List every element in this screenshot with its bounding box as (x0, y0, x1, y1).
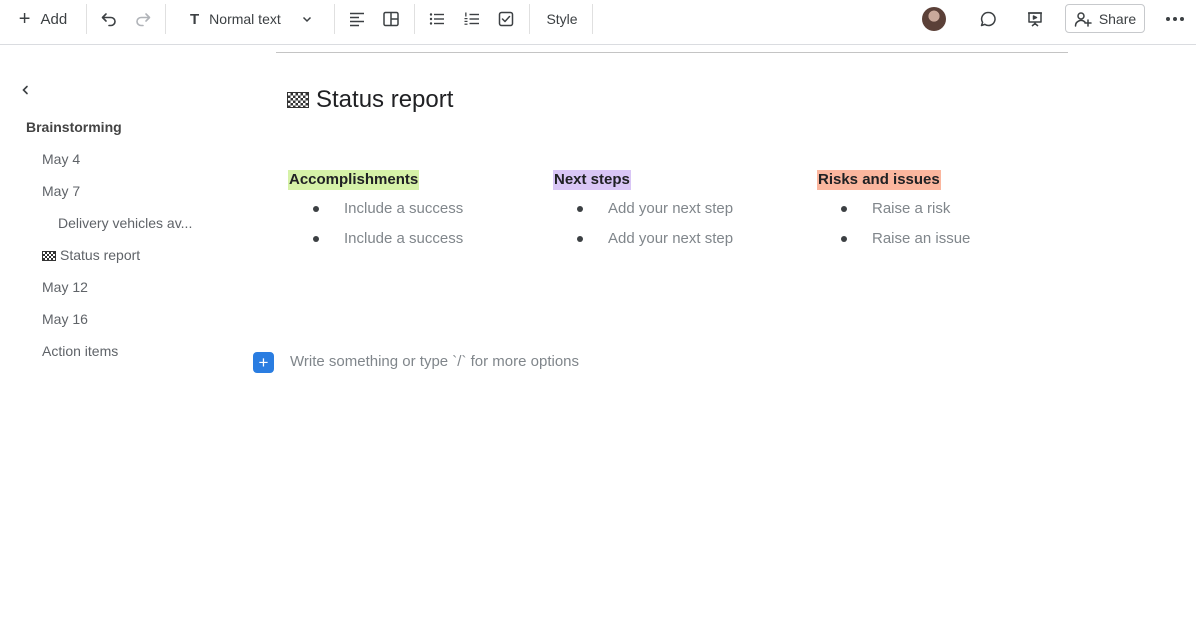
numbered-list-button[interactable] (459, 0, 485, 38)
present-button[interactable] (1022, 0, 1048, 38)
column-heading-risks-and-issues[interactable]: Risks and issues (817, 170, 941, 190)
page-title-text: Status report (316, 86, 454, 113)
redo-icon (136, 13, 151, 27)
comment-button[interactable] (975, 0, 1001, 38)
list-item[interactable]: Include a success (344, 199, 463, 219)
text-style-icon: T (190, 10, 200, 28)
list-item[interactable]: Include a success (344, 229, 463, 249)
document-top-divider (276, 52, 1068, 53)
layout-button[interactable] (378, 0, 404, 38)
align-button[interactable] (344, 0, 370, 38)
more-options-button[interactable] (1161, 0, 1189, 38)
align-left-icon (350, 12, 364, 27)
add-label: Add (40, 10, 68, 28)
more-icon (1166, 17, 1184, 21)
editor-placeholder[interactable]: Write something or type `/` for more opt… (290, 353, 579, 370)
chevron-down-icon (302, 16, 311, 23)
plus-icon: + (18, 8, 31, 30)
toolbar: + Add T Normal text Style Share (0, 0, 1196, 45)
toolbar-divider (165, 4, 166, 34)
sidebar-item-status-report[interactable]: Status report (42, 247, 140, 263)
checkered-flag-icon (42, 251, 56, 261)
sidebar-item[interactable]: May 7 (42, 183, 80, 199)
present-icon (1028, 12, 1042, 27)
toolbar-divider (414, 4, 415, 34)
insert-block-button[interactable]: + (253, 352, 274, 373)
list-item[interactable]: Add your next step (608, 199, 733, 219)
bullet-dot (841, 206, 847, 212)
toolbar-divider (334, 4, 335, 34)
style-button[interactable]: Style (536, 0, 588, 38)
comment-icon (980, 11, 996, 26)
redo-button[interactable] (130, 0, 156, 38)
sidebar-item[interactable]: May 4 (42, 151, 80, 167)
sidebar-item-label: Status report (60, 247, 141, 263)
bullet-dot (313, 236, 319, 242)
text-style-dropdown[interactable]: T Normal text (182, 0, 328, 38)
sidebar-item[interactable]: Delivery vehicles av... (58, 215, 192, 231)
sidebar-group-brainstorming[interactable]: Brainstorming (26, 119, 122, 135)
sidebar-item[interactable]: May 16 (42, 311, 88, 327)
list-item[interactable]: Add your next step (608, 229, 733, 249)
toolbar-divider (592, 4, 593, 34)
page-title[interactable]: Status report (287, 86, 453, 114)
sidebar-item[interactable]: May 12 (42, 279, 88, 295)
collapse-sidebar-button[interactable] (18, 80, 32, 100)
numbered-list-icon (464, 12, 479, 25)
column-heading-accomplishments[interactable]: Accomplishments (288, 170, 420, 190)
toolbar-divider (86, 4, 87, 34)
toolbar-divider (529, 4, 530, 34)
avatar[interactable] (922, 7, 946, 31)
share-button[interactable]: Share (1065, 4, 1145, 33)
add-button[interactable]: + Add (8, 0, 78, 38)
chevron-left-icon (22, 85, 28, 95)
sidebar-item[interactable]: Action items (42, 343, 118, 359)
checklist-icon (498, 11, 514, 27)
add-person-icon (1074, 11, 1092, 27)
column-heading-next-steps[interactable]: Next steps (553, 170, 631, 190)
share-label: Share (1098, 10, 1137, 27)
style-label: Style (546, 11, 578, 27)
list-item[interactable]: Raise a risk (872, 199, 950, 219)
undo-button[interactable] (96, 0, 122, 38)
text-style-label: Normal text (209, 11, 281, 27)
bulleted-list-button[interactable] (424, 0, 450, 38)
layout-icon (383, 11, 399, 27)
list-item[interactable]: Raise an issue (872, 229, 970, 249)
checkered-flag-icon (287, 92, 309, 108)
bullet-dot (577, 206, 583, 212)
plus-icon: + (258, 353, 269, 372)
bulleted-list-icon (429, 13, 444, 25)
bullet-dot (313, 206, 319, 212)
bullet-dot (577, 236, 583, 242)
checklist-button[interactable] (493, 0, 519, 38)
bullet-dot (841, 236, 847, 242)
undo-icon (101, 13, 116, 27)
